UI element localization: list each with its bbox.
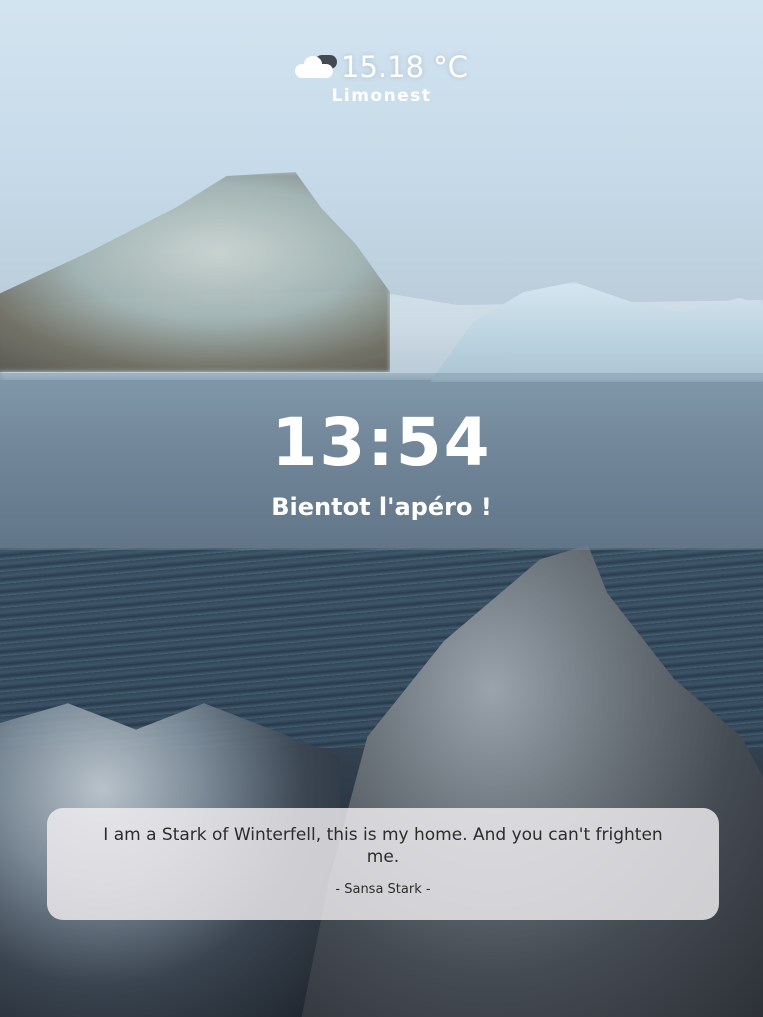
weather-temperature: 15.18 °C: [341, 50, 468, 84]
screen: 15.18 °C Limonest 13:54 Bientot l'apéro …: [0, 0, 763, 1017]
quote-text: I am a Stark of Winterfell, this is my h…: [103, 825, 663, 867]
quote-author: - Sansa Stark -: [335, 882, 431, 897]
background-ice-floe: [430, 282, 763, 382]
clock-message: Bientot l'apéro !: [271, 493, 492, 521]
weather-city: Limonest: [331, 86, 432, 106]
clock-time: 13:54: [271, 404, 492, 481]
weather-line: 15.18 °C: [295, 50, 468, 84]
background-iceberg: [0, 172, 390, 372]
clock-band: 13:54 Bientot l'apéro !: [0, 373, 763, 550]
quote-card: I am a Stark of Winterfell, this is my h…: [47, 808, 719, 920]
weather-widget: 15.18 °C Limonest: [0, 50, 763, 106]
partly-cloudy-icon: [295, 54, 339, 80]
